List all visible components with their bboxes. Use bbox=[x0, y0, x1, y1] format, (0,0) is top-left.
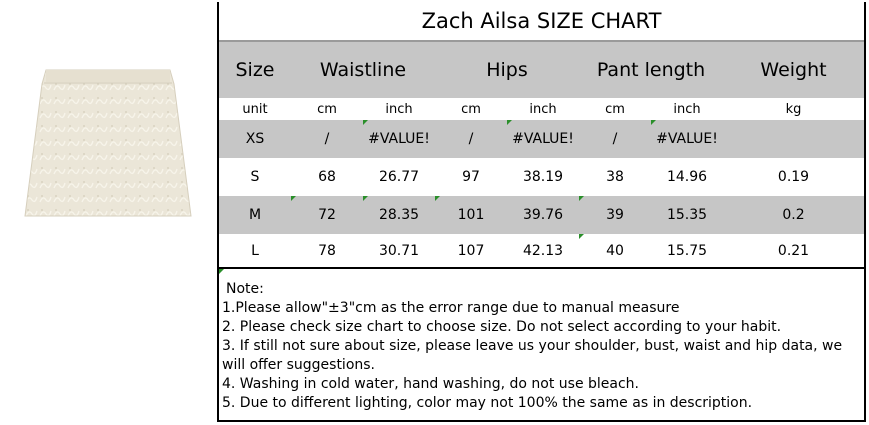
header-pant-length: Pant length bbox=[596, 59, 706, 81]
note-line: 3. If still not sure about size, please … bbox=[222, 338, 843, 373]
value-cell: 101 bbox=[457, 207, 485, 223]
header-hips: Hips bbox=[486, 59, 528, 81]
notes-title: Note: bbox=[226, 281, 264, 297]
notes-section: Note: 1.Please allow"±3"cm as the error … bbox=[221, 270, 864, 420]
value-cell: / bbox=[468, 131, 474, 147]
value-cell: 39.76 bbox=[522, 207, 564, 223]
table-row: M 72 28.35 101 39.76 39 15.35 0.2 bbox=[219, 196, 864, 234]
size-cell: S bbox=[250, 169, 260, 185]
value-cell: #VALUE! bbox=[368, 131, 430, 147]
value-cell: 68 bbox=[318, 169, 336, 185]
cell-marker-icon bbox=[435, 196, 440, 201]
note-line: 4. Washing in cold water, hand washing, … bbox=[222, 376, 639, 392]
value-cell: 14.96 bbox=[666, 169, 708, 185]
value-cell: 0.21 bbox=[777, 243, 810, 259]
product-image-cell bbox=[2, 2, 219, 422]
unit-cell: inch bbox=[673, 101, 701, 117]
note-line: 2. Please check size chart to choose siz… bbox=[222, 319, 782, 335]
cell-marker-icon bbox=[363, 120, 368, 125]
value-cell: 0.19 bbox=[777, 169, 810, 185]
value-cell: / bbox=[612, 131, 618, 147]
value-cell bbox=[723, 120, 864, 158]
value-cell: 39 bbox=[606, 207, 624, 223]
size-cell: M bbox=[248, 207, 262, 223]
cell-marker-icon bbox=[579, 196, 584, 201]
value-cell: 107 bbox=[457, 243, 485, 259]
table-divider bbox=[219, 267, 866, 269]
value-cell: 38.19 bbox=[522, 169, 564, 185]
cell-marker-icon bbox=[291, 196, 296, 201]
cell-marker-icon bbox=[579, 234, 584, 239]
value-cell: 40 bbox=[606, 243, 624, 259]
value-cell: 38 bbox=[606, 169, 624, 185]
unit-cell: cm bbox=[461, 101, 481, 117]
unit-cell: inch bbox=[385, 101, 413, 117]
size-cell: XS bbox=[245, 131, 265, 147]
table-row: L 78 30.71 107 42.13 40 15.75 0.21 bbox=[219, 234, 864, 268]
unit-cell: cm bbox=[317, 101, 337, 117]
value-cell: 0.2 bbox=[782, 207, 805, 223]
cell-marker-icon bbox=[363, 196, 368, 201]
value-cell: 26.77 bbox=[378, 169, 420, 185]
size-cell: L bbox=[251, 243, 259, 259]
value-cell: 72 bbox=[318, 207, 336, 223]
value-cell: 15.35 bbox=[666, 207, 708, 223]
table-row: XS / #VALUE! / #VALUE! / #VALUE! bbox=[219, 120, 864, 158]
chart-title: Zach Ailsa SIZE CHART bbox=[219, 2, 864, 42]
cell-marker-icon bbox=[507, 120, 512, 125]
table-row: S 68 26.77 97 38.19 38 14.96 0.19 bbox=[219, 158, 864, 196]
header-weight: Weight bbox=[760, 59, 827, 81]
header-row: Size Waistline Hips Pant length Weight bbox=[219, 42, 864, 98]
value-cell: 97 bbox=[462, 169, 480, 185]
skirt-image bbox=[24, 69, 192, 217]
unit-cell: cm bbox=[605, 101, 625, 117]
value-cell: 30.71 bbox=[378, 243, 420, 259]
value-cell: 42.13 bbox=[522, 243, 564, 259]
value-cell: #VALUE! bbox=[656, 131, 718, 147]
size-table: Zach Ailsa SIZE CHART Size Waistline Hip… bbox=[219, 2, 866, 268]
value-cell: 15.75 bbox=[666, 243, 708, 259]
unit-row: unit cm inch cm inch cm inch kg bbox=[219, 98, 864, 120]
note-line: 5. Due to different lighting, color may … bbox=[222, 395, 753, 411]
unit-cell: kg bbox=[785, 101, 802, 117]
value-cell: #VALUE! bbox=[512, 131, 574, 147]
unit-cell: inch bbox=[529, 101, 557, 117]
note-line: 1.Please allow"±3"cm as the error range … bbox=[222, 300, 680, 316]
value-cell: 28.35 bbox=[378, 207, 420, 223]
unit-cell: unit bbox=[242, 101, 268, 117]
header-size: Size bbox=[235, 59, 275, 81]
cell-marker-icon bbox=[651, 120, 656, 125]
value-cell: / bbox=[324, 131, 330, 147]
header-waistline: Waistline bbox=[319, 59, 407, 81]
value-cell: 78 bbox=[318, 243, 336, 259]
